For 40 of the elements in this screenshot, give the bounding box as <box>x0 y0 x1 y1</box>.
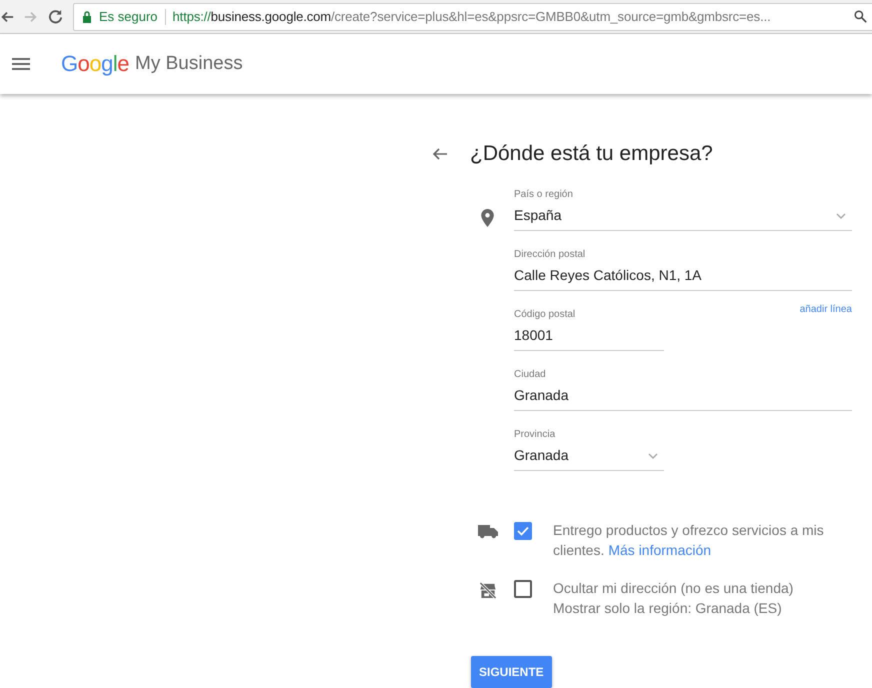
next-button[interactable]: SIGUIENTE <box>471 656 552 688</box>
zoom-icon[interactable] <box>854 10 867 23</box>
country-select[interactable]: País o región España <box>514 186 852 231</box>
location-pin-icon <box>481 209 494 227</box>
field-label: Dirección postal <box>514 249 586 260</box>
field-value: Granada <box>514 387 568 403</box>
back-icon[interactable] <box>0 10 14 24</box>
option-text: Ocultar mi dirección (no es una tienda) Mostrar solo la región: Granada (ES) <box>553 578 853 618</box>
city-field[interactable]: Ciudad Granada <box>514 366 852 411</box>
field-value: 18001 <box>514 327 553 343</box>
page-title: ¿Dónde está tu empresa? <box>470 142 713 166</box>
field-value: España <box>514 207 562 223</box>
field-value: Calle Reyes Católicos, N1, 1A <box>514 267 702 283</box>
reload-icon[interactable] <box>48 9 63 24</box>
option-text: Entrego productos y ofrezco servicios a mis clientes. Más información <box>553 521 825 560</box>
menu-icon[interactable] <box>12 58 30 70</box>
add-line-link[interactable]: añadir línea <box>800 304 852 315</box>
store-off-icon <box>478 582 498 599</box>
field-label: Provincia <box>514 429 556 440</box>
option-detail: Mostrar solo la región: Granada (ES) <box>553 599 783 618</box>
checkbox[interactable] <box>514 580 532 598</box>
google-logo: Google <box>61 51 130 77</box>
url-text: https://business.google.com/create?service=plus&hl=es&ppsrc=GMBB0&utm_source=gmb&gmbsrc=es... <box>172 9 772 24</box>
truck-icon <box>478 524 498 539</box>
field-value: Granada <box>514 447 568 463</box>
product-name: My Business <box>135 53 243 75</box>
checkbox[interactable] <box>514 522 532 540</box>
province-select[interactable]: Provincia Granada <box>514 426 664 471</box>
secure-label: Es seguro <box>99 9 158 24</box>
field-label: Ciudad <box>514 369 547 380</box>
chevron-down-icon <box>648 453 658 459</box>
field-label: Código postal <box>514 309 576 320</box>
more-info-link[interactable]: Más información <box>608 542 712 558</box>
address-field[interactable]: Dirección postal Calle Reyes Católicos, N1, 1A <box>514 246 852 291</box>
chevron-down-icon <box>836 213 846 219</box>
lock-icon <box>82 10 92 22</box>
back-arrow-icon[interactable] <box>432 146 448 162</box>
postal-code-field[interactable]: Código postal 18001 <box>514 306 664 351</box>
field-label: País o región <box>514 189 574 200</box>
address-bar[interactable]: Es seguro https://business.google.com/create?service=plus&hl=es&ppsrc=GMBB0&utm_source=gmb&gmbsrc=es... <box>73 2 872 30</box>
